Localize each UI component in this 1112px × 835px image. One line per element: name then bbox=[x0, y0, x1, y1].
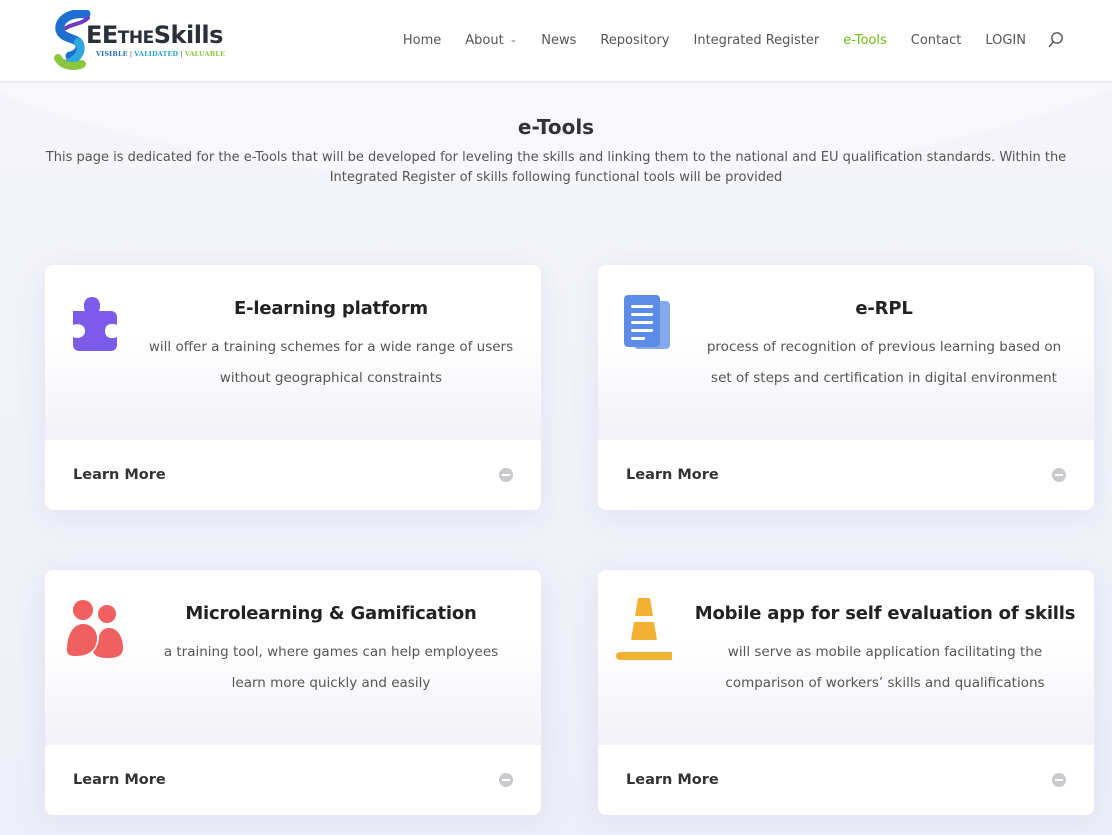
card-content: e-RPL process of recognition of previous… bbox=[698, 298, 1070, 394]
nav-label: Repository bbox=[600, 32, 670, 48]
learn-more-label: Learn More bbox=[626, 772, 719, 788]
nav-label: Home bbox=[402, 32, 442, 48]
card-body: Microlearning & Gamification a training … bbox=[45, 570, 541, 745]
logo-word-small: the bbox=[117, 28, 154, 48]
logo-tag-valuable: VALUABLE bbox=[184, 50, 226, 58]
document-icon bbox=[624, 295, 670, 349]
nav-label: Contact bbox=[910, 32, 962, 48]
tool-card-mobile-app: Mobile app for self evaluation of skills… bbox=[598, 570, 1094, 815]
card-content: Microlearning & Gamification a training … bbox=[145, 603, 517, 699]
nav-home[interactable]: Home bbox=[403, 33, 441, 48]
search-icon[interactable] bbox=[1048, 31, 1064, 49]
card-body: e-RPL process of recognition of previous… bbox=[598, 265, 1094, 440]
logo-tagline: VISIBLE | VALIDATED | VALUABLE bbox=[96, 50, 225, 58]
nav-label: Integrated Register bbox=[693, 32, 820, 48]
logo-word-suffix: Skills bbox=[153, 21, 224, 49]
site-logo[interactable]: EEtheSkills VISIBLE | VALIDATED | VALUABLE bbox=[52, 10, 232, 70]
card-content: Mobile app for self evaluation of skills… bbox=[690, 603, 1080, 699]
logo-tag-validated: VALIDATED bbox=[134, 50, 179, 58]
card-body: E-learning platform will offer a trainin… bbox=[45, 265, 541, 440]
learn-more-toggle[interactable]: Learn More bbox=[45, 440, 541, 510]
tool-card-e-learning: E-learning platform will offer a trainin… bbox=[45, 265, 541, 510]
tool-card-microlearning: Microlearning & Gamification a training … bbox=[45, 570, 541, 815]
minus-circle-icon bbox=[1052, 468, 1066, 482]
intro-text: This page is dedicated for the e-Tools t… bbox=[45, 150, 1067, 185]
nav-news[interactable]: News bbox=[541, 33, 576, 48]
learn-more-label: Learn More bbox=[73, 467, 166, 483]
main-nav: Home About ⌄ News Repository Integrated R… bbox=[379, 31, 1064, 49]
card-body: Mobile app for self evaluation of skills… bbox=[598, 570, 1094, 745]
page-title: e-Tools bbox=[517, 115, 595, 139]
learn-more-toggle[interactable]: Learn More bbox=[598, 745, 1094, 815]
learn-more-toggle[interactable]: Learn More bbox=[598, 440, 1094, 510]
card-description: will offer a training schemes for a wide… bbox=[148, 339, 514, 386]
card-title: Mobile app for self evaluation of skills bbox=[694, 603, 1076, 624]
nav-contact[interactable]: Contact bbox=[911, 33, 962, 48]
nav-repository[interactable]: Repository bbox=[600, 33, 669, 48]
learn-more-label: Learn More bbox=[626, 467, 719, 483]
logo-tag-visible: VISIBLE bbox=[96, 50, 128, 58]
nav-label: About bbox=[465, 32, 504, 48]
nav-e-tools[interactable]: e-Tools bbox=[843, 33, 887, 48]
minus-circle-icon bbox=[499, 773, 513, 787]
card-title: Microlearning & Gamification bbox=[185, 603, 477, 624]
card-description: a training tool, where games can help em… bbox=[163, 644, 499, 691]
card-description: process of recognition of previous learn… bbox=[706, 339, 1062, 386]
site-header: EEtheSkills VISIBLE | VALIDATED | VALUABLE H… bbox=[0, 0, 1112, 82]
nav-login[interactable]: LOGIN bbox=[985, 33, 1026, 48]
card-content: E-learning platform will offer a trainin… bbox=[145, 298, 517, 394]
learn-more-toggle[interactable]: Learn More bbox=[45, 745, 541, 815]
minus-circle-icon bbox=[1052, 773, 1066, 787]
logo-wordmark: EEtheSkills bbox=[86, 21, 223, 49]
nav-label: e-Tools bbox=[843, 32, 887, 48]
chevron-down-icon: ⌄ bbox=[509, 35, 518, 45]
tool-card-e-rpl: e-RPL process of recognition of previous… bbox=[598, 265, 1094, 510]
nav-label: News bbox=[541, 32, 577, 48]
intro-section: e-Tools This page is dedicated for the e… bbox=[0, 115, 1112, 188]
traffic-cone-icon bbox=[616, 598, 672, 660]
card-title: e-RPL bbox=[855, 298, 913, 319]
puzzle-piece-icon bbox=[73, 297, 117, 351]
learn-more-label: Learn More bbox=[73, 772, 166, 788]
nav-about[interactable]: About ⌄ bbox=[465, 33, 517, 48]
card-title: E-learning platform bbox=[234, 298, 428, 319]
users-icon bbox=[67, 600, 123, 658]
card-description: will serve as mobile application facilit… bbox=[725, 644, 1045, 691]
logo-word-prefix: EE bbox=[86, 21, 118, 49]
minus-circle-icon bbox=[499, 468, 513, 482]
nav-integrated-register[interactable]: Integrated Register bbox=[694, 33, 820, 48]
nav-label: LOGIN bbox=[985, 32, 1026, 48]
